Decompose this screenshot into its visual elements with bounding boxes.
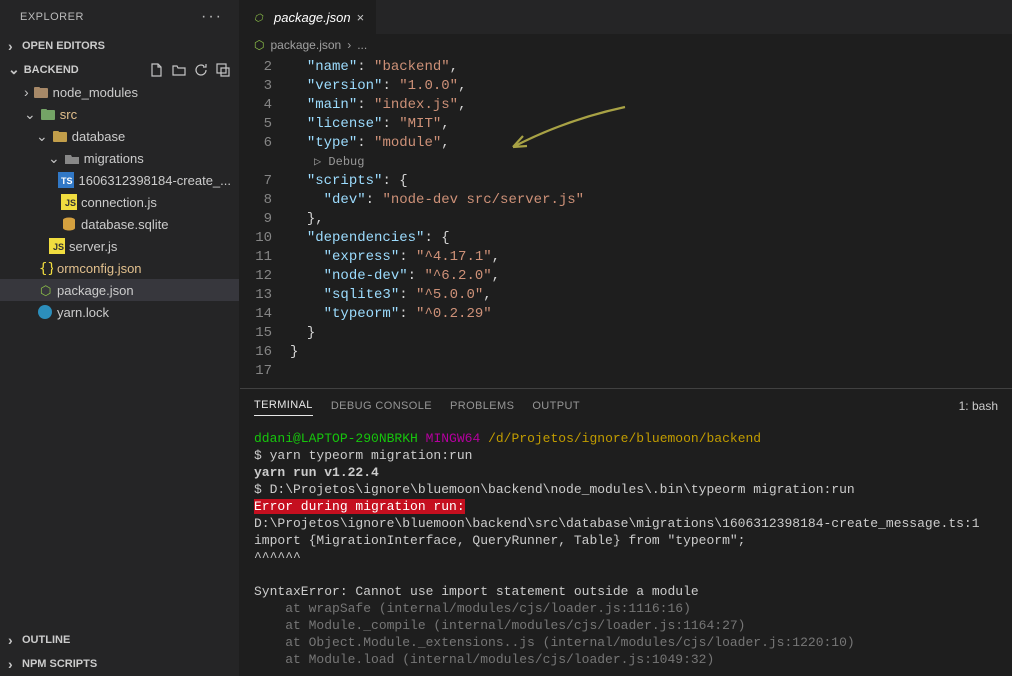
explorer-title: EXPLORER	[20, 11, 84, 23]
chevron-down-icon	[48, 150, 60, 167]
file-tree: node_modulessrc database migrations TS 16063…	[0, 81, 239, 628]
section-outline[interactable]: OUTLINE	[0, 628, 239, 652]
npm-icon: ⬡	[37, 282, 53, 298]
code-line[interactable]: "type": "module",	[290, 134, 1012, 153]
editor-group: ⬡ package.json × ⬡ package.json › ... 23…	[240, 0, 1012, 676]
section-folder[interactable]: BACKEND	[0, 58, 239, 81]
tree-item-label: database	[72, 129, 126, 144]
chevron-down-icon	[24, 106, 36, 123]
tree-item[interactable]: database.sqlite	[0, 213, 239, 235]
collapse-icon[interactable]	[215, 62, 231, 78]
yarn-icon	[37, 304, 53, 320]
code-line[interactable]: "dependencies": {	[290, 229, 1012, 248]
code-line[interactable]: "license": "MIT",	[290, 115, 1012, 134]
db-icon	[61, 216, 77, 232]
tree-item-label: yarn.lock	[57, 305, 109, 320]
breadcrumb[interactable]: ⬡ package.json › ...	[240, 34, 1012, 56]
tab-debug-console[interactable]: DEBUG CONSOLE	[331, 396, 432, 416]
folder-src-icon	[40, 106, 56, 122]
svg-text:TS: TS	[61, 176, 73, 186]
svg-text:{}: {}	[39, 261, 53, 276]
tab-problems[interactable]: PROBLEMS	[450, 396, 514, 416]
folder-actions	[149, 62, 231, 78]
code-line[interactable]: "scripts": {	[290, 172, 1012, 191]
ts-icon: TS	[58, 172, 74, 188]
code-line[interactable]: "dev": "node-dev src/server.js"	[290, 191, 1012, 210]
code-line[interactable]: }	[290, 324, 1012, 343]
tree-item[interactable]: TS 1606312398184-create_...	[0, 169, 239, 191]
section-open-editors[interactable]: OPEN EDITORS	[0, 34, 239, 58]
tree-item-label: package.json	[57, 283, 134, 298]
tree-item[interactable]: migrations	[0, 147, 239, 169]
tree-item[interactable]: {} ormconfig.json	[0, 257, 239, 279]
js-icon: JS	[49, 238, 65, 254]
tree-item[interactable]: ⬡ package.json	[0, 279, 239, 301]
code-line[interactable]: }	[290, 343, 1012, 362]
svg-text:⬡: ⬡	[254, 13, 264, 24]
tree-item-label: database.sqlite	[81, 217, 168, 232]
tab-bar: ⬡ package.json ×	[240, 0, 1012, 34]
explorer-header: EXPLORER ···	[0, 0, 239, 34]
tree-item-label: node_modules	[53, 85, 138, 100]
chevron-right-icon	[8, 632, 18, 648]
tab-terminal[interactable]: TERMINAL	[254, 395, 313, 416]
tree-item[interactable]: yarn.lock	[0, 301, 239, 323]
chevron-down-icon	[36, 128, 48, 145]
editor[interactable]: 23456 7891011121314151617 "name": "backe…	[240, 56, 1012, 388]
terminal-body[interactable]: ddani@LAPTOP-290NBRKH MINGW64 /d/Projeto…	[240, 416, 1012, 676]
code-line[interactable]: "typeorm": "^0.2.29"	[290, 305, 1012, 324]
tree-item-label: 1606312398184-create_...	[78, 173, 231, 188]
code-line[interactable]: "main": "index.js",	[290, 96, 1012, 115]
tree-item-label: src	[60, 107, 77, 122]
svg-text:JS: JS	[65, 198, 76, 208]
tree-item-label: connection.js	[81, 195, 157, 210]
tab-package-json[interactable]: ⬡ package.json ×	[240, 0, 377, 34]
tree-item[interactable]: database	[0, 125, 239, 147]
close-icon[interactable]: ×	[357, 10, 365, 25]
svg-text:JS: JS	[53, 242, 64, 252]
codelens-debug[interactable]: ▷ Debug	[290, 153, 1012, 172]
bottom-panel: TERMINAL DEBUG CONSOLE PROBLEMS OUTPUT 1…	[240, 388, 1012, 676]
folder-pkg-icon	[33, 84, 49, 100]
code-line[interactable]: },	[290, 210, 1012, 229]
terminal-selector[interactable]: 1: bash	[959, 399, 998, 413]
new-file-icon[interactable]	[149, 62, 165, 78]
npm-icon: ⬡	[254, 38, 264, 52]
folder-db-icon	[52, 128, 68, 144]
chevron-down-icon	[8, 61, 20, 78]
chevron-right-icon	[8, 656, 18, 672]
tree-item-label: server.js	[69, 239, 117, 254]
npm-icon: ⬡	[252, 9, 268, 25]
code-line[interactable]: "node-dev": "^6.2.0",	[290, 267, 1012, 286]
refresh-icon[interactable]	[193, 62, 209, 78]
chevron-right-icon	[8, 38, 18, 54]
panel-tabs: TERMINAL DEBUG CONSOLE PROBLEMS OUTPUT 1…	[240, 389, 1012, 416]
json-icon: {}	[37, 260, 53, 276]
svg-text:⬡: ⬡	[40, 283, 51, 298]
chevron-right-icon	[24, 84, 29, 100]
folder-open-grey-icon	[64, 150, 80, 166]
tab-output[interactable]: OUTPUT	[532, 396, 580, 416]
js-icon: JS	[61, 194, 77, 210]
tree-item[interactable]: node_modules	[0, 81, 239, 103]
tree-item[interactable]: src	[0, 103, 239, 125]
code-line[interactable]	[290, 362, 1012, 381]
more-icon[interactable]: ···	[201, 8, 223, 26]
code-line[interactable]: "name": "backend",	[290, 58, 1012, 77]
tree-item-label: migrations	[84, 151, 144, 166]
tree-item[interactable]: JS server.js	[0, 235, 239, 257]
new-folder-icon[interactable]	[171, 62, 187, 78]
section-npm-scripts[interactable]: NPM SCRIPTS	[0, 652, 239, 676]
tree-item[interactable]: JS connection.js	[0, 191, 239, 213]
activity-sidebar: EXPLORER ··· OPEN EDITORS BACKEND node_m…	[0, 0, 240, 676]
code-line[interactable]: "sqlite3": "^5.0.0",	[290, 286, 1012, 305]
code-line[interactable]: "version": "1.0.0",	[290, 77, 1012, 96]
tree-item-label: ormconfig.json	[57, 261, 142, 276]
code-line[interactable]: "express": "^4.17.1",	[290, 248, 1012, 267]
